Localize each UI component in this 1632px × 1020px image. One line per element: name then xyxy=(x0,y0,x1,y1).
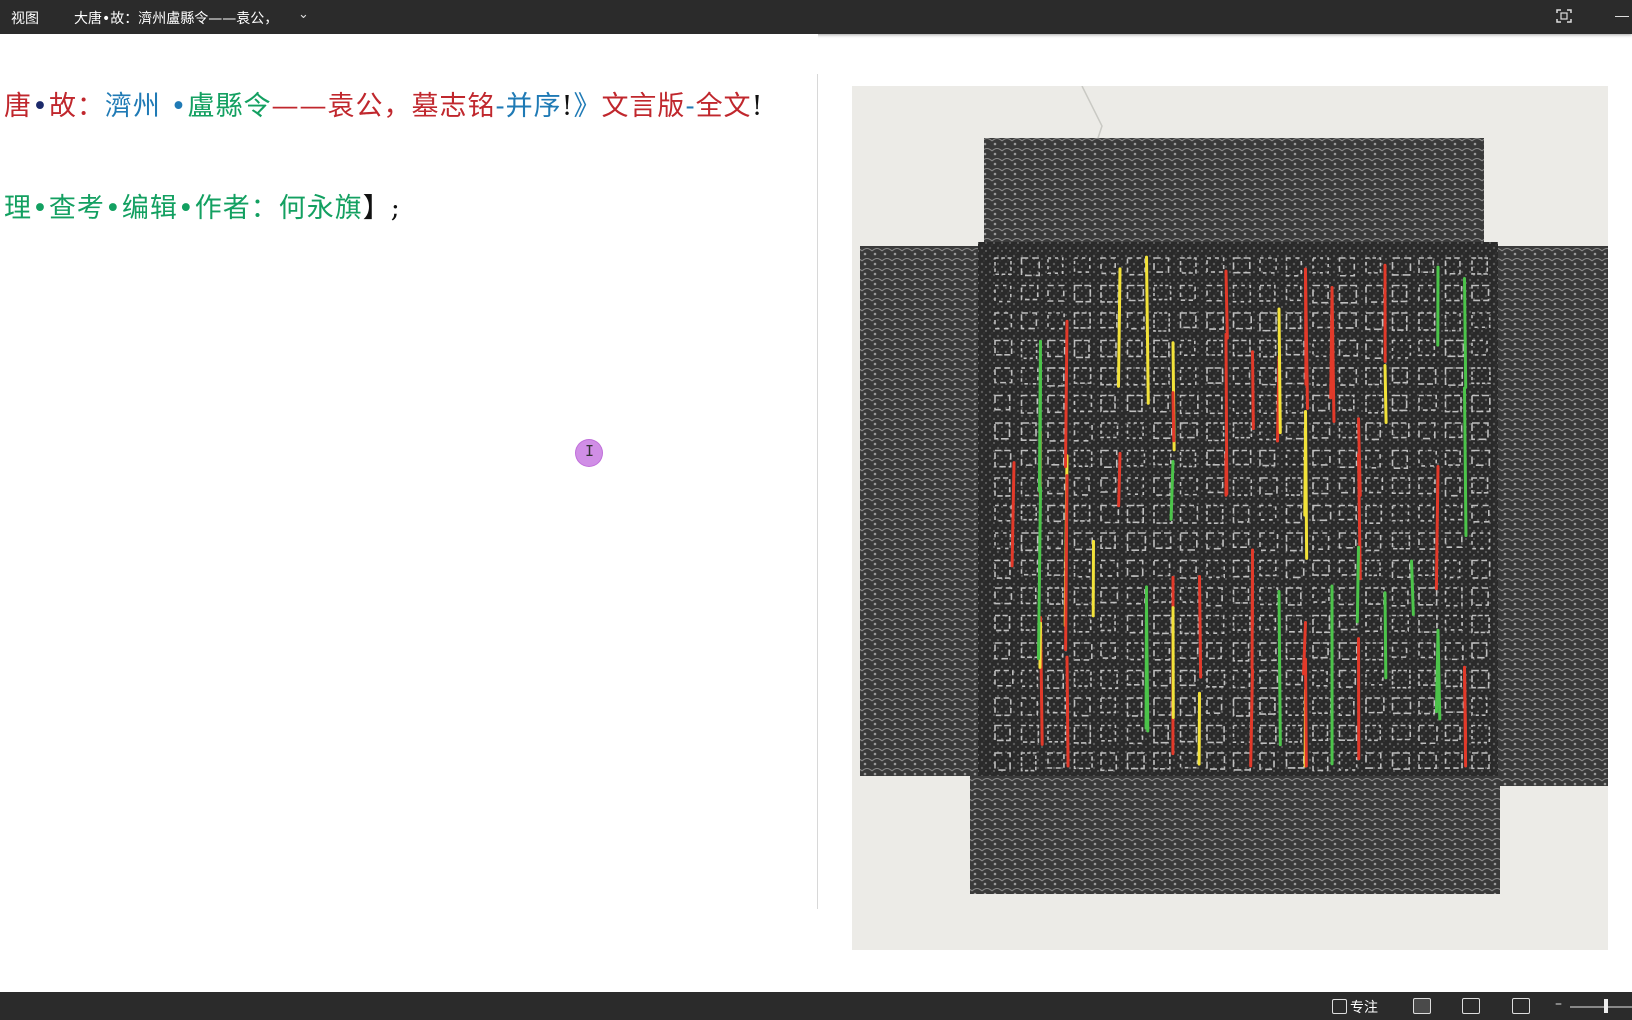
annotation-stroke xyxy=(1463,665,1468,768)
annotation-stroke xyxy=(1277,589,1282,747)
zoom-out-icon[interactable]: – xyxy=(1555,996,1562,1012)
line1-segment: ! xyxy=(751,91,764,122)
line1-segment: 盧縣令 xyxy=(187,91,272,122)
annotation-stroke xyxy=(1410,559,1415,616)
annotation-stroke xyxy=(1198,575,1203,679)
line1-segment: 濟州 xyxy=(104,91,161,122)
document-title[interactable]: 大唐•故：濟州盧縣令——袁公， xyxy=(74,8,278,28)
line1-segment: 》 xyxy=(573,91,602,122)
annotation-stroke xyxy=(1171,391,1176,443)
annotation-stroke xyxy=(1065,655,1070,768)
annotation-stroke xyxy=(1357,417,1362,497)
line1-segment: • xyxy=(32,91,49,122)
annotation-stroke xyxy=(1037,486,1042,661)
annotation-stroke xyxy=(1010,461,1016,568)
annotation-stroke xyxy=(1224,269,1229,340)
annotation-stroke xyxy=(1169,460,1175,521)
line1-segment: ——袁公，墓志铭 xyxy=(271,91,496,122)
focus-label: 专注 xyxy=(1350,1000,1378,1016)
focus-icon xyxy=(1332,999,1347,1014)
line1-segment: • xyxy=(160,91,188,122)
annotation-stroke xyxy=(1249,668,1254,768)
minimize-icon[interactable] xyxy=(1615,16,1629,17)
annotation-stroke xyxy=(1463,386,1468,538)
annotation-stroke xyxy=(1383,591,1388,680)
view-menu[interactable]: 视图 xyxy=(11,8,39,28)
line1-segment: 全文 xyxy=(695,91,752,122)
stone-rubbing-image xyxy=(852,85,1608,950)
annotation-stroke xyxy=(1434,464,1440,591)
annotation-stroke xyxy=(1304,271,1309,411)
annotation-stroke xyxy=(1383,363,1388,424)
zoom-slider[interactable] xyxy=(1570,1006,1632,1008)
annotation-stroke xyxy=(1463,276,1468,389)
web-layout-icon[interactable] xyxy=(1512,998,1530,1014)
zoom-slider-thumb[interactable] xyxy=(1604,999,1608,1013)
print-layout-icon[interactable] xyxy=(1462,998,1480,1014)
page-divider xyxy=(817,74,818,909)
line1-segment: 唐 xyxy=(4,91,32,122)
status-bar: 专注 – xyxy=(0,992,1632,1020)
annotation-stroke xyxy=(1064,319,1069,469)
annotation-stroke xyxy=(1330,286,1336,423)
text-cursor-icon: I xyxy=(585,442,595,460)
read-mode-icon[interactable] xyxy=(1413,998,1431,1014)
annotation-stroke xyxy=(1303,424,1307,517)
line1-segment: 文言版 xyxy=(601,91,686,122)
line1-segment: - xyxy=(685,91,696,122)
annotation-stroke xyxy=(1304,657,1308,768)
annotation-stroke xyxy=(1436,628,1442,721)
annotation-stroke xyxy=(1251,350,1255,431)
author-line: 理•查考•编辑•作者：何永旗】; xyxy=(4,186,401,225)
fullscreen-icon[interactable] xyxy=(1556,9,1572,23)
line1-segment: 故： xyxy=(48,91,105,122)
annotation-stroke xyxy=(1355,545,1360,624)
line1-segment: ! xyxy=(561,91,574,122)
annotation-stroke xyxy=(1116,267,1122,388)
line2-segment: 理•查考•编辑•作者：何永旗 xyxy=(4,193,363,224)
annotation-stroke xyxy=(1145,255,1150,405)
chevron-down-icon[interactable]: ⌄ xyxy=(298,7,309,22)
annotation-stroke xyxy=(1117,451,1122,508)
line2-segment: 】; xyxy=(362,193,401,224)
annotation-stroke xyxy=(1064,474,1069,652)
document-page[interactable]: 唐•故：濟州 •盧縣令——袁公，墓志铭-并序!》文言版-全文! 理•查考•编辑•… xyxy=(0,34,818,992)
document-title-line: 唐•故：濟州 •盧縣令——袁公，墓志铭-并序!》文言版-全文! xyxy=(4,84,763,123)
annotation-stroke xyxy=(1037,339,1042,493)
title-bar: 视图 大唐•故：濟州盧縣令——袁公， ⌄ xyxy=(0,0,1632,34)
line1-segment: -并序 xyxy=(495,91,562,122)
focus-mode-button[interactable]: 专注 xyxy=(1332,997,1378,1017)
annotation-stroke xyxy=(1277,307,1282,435)
